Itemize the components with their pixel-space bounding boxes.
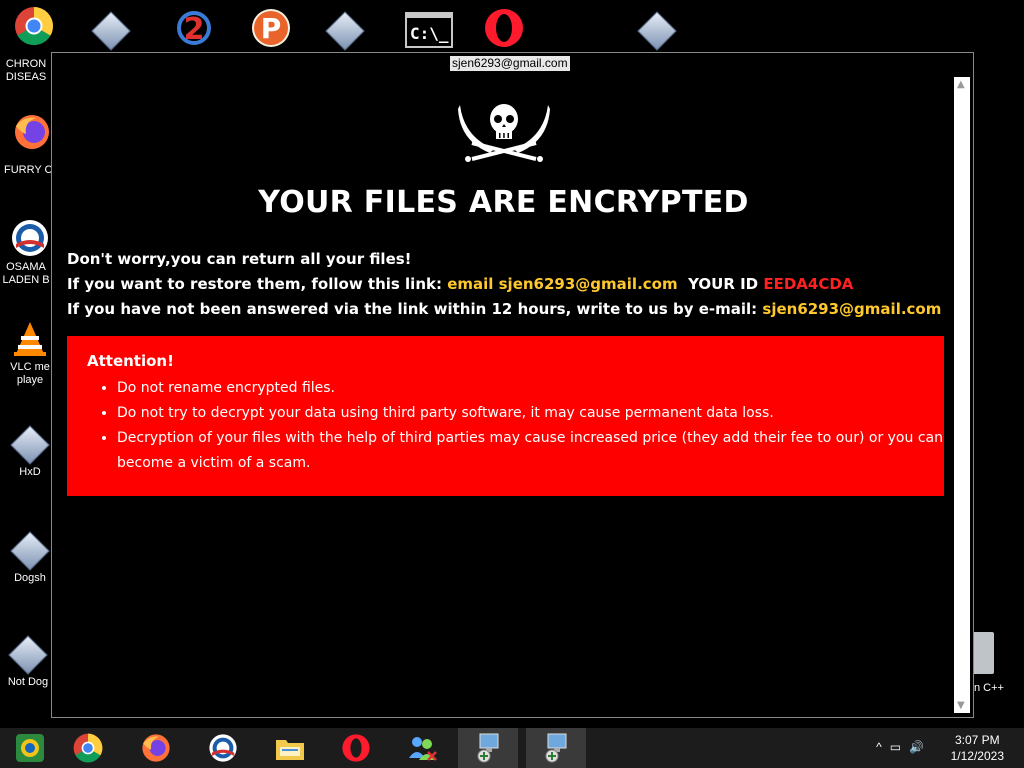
- app-icon: [8, 635, 48, 675]
- ransom-note-window: sjen6293@gmail.com YOUR FILES ARE ENCRYP…: [51, 52, 974, 718]
- clock-time: 3:07 PM: [954, 733, 1000, 747]
- reassurance-text: Don't worry,you can return all your file…: [67, 250, 412, 268]
- victim-id-label: YOUR ID: [688, 275, 764, 293]
- opera-icon: [342, 734, 370, 762]
- clock-date: 1/12/2023: [950, 749, 1004, 763]
- app-icon: [637, 11, 677, 51]
- fallback-instructions: If you have not been answered via the li…: [67, 300, 941, 318]
- desktop-icon-label: FURRY CU: [4, 164, 61, 176]
- clock[interactable]: 3:07 PM 1/12/2023: [951, 732, 1004, 764]
- number2-icon: 2: [177, 11, 211, 47]
- taskbar-obama[interactable]: [193, 728, 253, 768]
- desktop-icon-label: OSAMA: [6, 261, 46, 273]
- list-item: Decryption of your files with the help o…: [117, 426, 957, 476]
- taskbar-chrome[interactable]: [58, 728, 118, 768]
- chrome-desktop-icon[interactable]: [14, 6, 54, 49]
- desktop-icon-notdog[interactable]: Not Dog: [4, 634, 52, 689]
- desktop-icon-label: CHRON: [5, 58, 47, 70]
- start-button[interactable]: [0, 728, 60, 768]
- people-icon: [409, 737, 437, 761]
- app-icon: [91, 11, 131, 51]
- network-app-icon: [545, 733, 567, 763]
- taskbar-explorer[interactable]: [260, 728, 320, 768]
- svg-text:2: 2: [184, 12, 205, 47]
- window-title: sjen6293@gmail.com: [450, 56, 570, 71]
- chrome-icon: [15, 7, 54, 46]
- volume-icon[interactable]: 🔊: [909, 740, 932, 754]
- chrome-icon: [73, 733, 103, 763]
- window-titlebar[interactable]: sjen6293@gmail.com: [52, 53, 973, 77]
- taskbar-firefox[interactable]: [126, 728, 186, 768]
- fallback-text: If you have not been answered via the li…: [67, 300, 763, 318]
- desktop-icon-label: Not Dog: [7, 676, 49, 688]
- desktop-icon-label: HxD: [19, 466, 41, 478]
- cmd-icon: C:\_: [405, 12, 453, 48]
- desktop-icon-label: n C++: [974, 682, 1004, 694]
- restore-instructions: If you want to restore them, follow this…: [67, 275, 853, 293]
- desktop-icon-label: VLC me: [10, 361, 50, 373]
- attention-title: Attention!: [87, 352, 174, 370]
- firefox-icon: [15, 115, 49, 149]
- desktop-icon-osama[interactable]: OSAMA LADEN B: [2, 218, 52, 287]
- taskbar: ^▭🔊 3:07 PM 1/12/2023: [0, 728, 1024, 768]
- desktop-icon-dogsh[interactable]: Dogsh: [8, 530, 52, 585]
- p-desktop-icon[interactable]: P: [251, 8, 291, 51]
- page-title: YOUR FILES ARE ENCRYPTED: [258, 185, 749, 220]
- chevron-up-icon[interactable]: ^: [876, 740, 890, 754]
- desktop-icon-hxd[interactable]: HxD: [8, 424, 52, 479]
- tray-icons: ^▭🔊: [876, 740, 932, 754]
- vlc-icon: [14, 322, 46, 356]
- desktop-icon-vlc[interactable]: VLC me playe: [8, 318, 52, 387]
- scroll-up-icon[interactable]: ▲: [957, 79, 965, 90]
- recycle-bin-icon[interactable]: [972, 632, 994, 674]
- network-icon[interactable]: ▭: [890, 740, 909, 754]
- contact-email-link[interactable]: email sjen6293@gmail.com: [447, 275, 677, 293]
- desktop-icon-furry[interactable]: [8, 112, 52, 155]
- ransom-note-content: YOUR FILES ARE ENCRYPTED Don't worry,you…: [54, 77, 953, 713]
- taskbar-opera[interactable]: [326, 728, 386, 768]
- opera-desktop-icon[interactable]: [484, 8, 524, 51]
- app-desktop-icon[interactable]: [325, 10, 365, 52]
- restore-text: If you want to restore them, follow this…: [67, 275, 448, 293]
- svg-text:C:\_: C:\_: [410, 24, 449, 43]
- explorer-icon: [276, 740, 304, 760]
- attention-box: Attention! Do not rename encrypted files…: [67, 336, 944, 496]
- app-desktop-icon[interactable]: [637, 10, 677, 52]
- taskbar-network-app[interactable]: [526, 728, 586, 768]
- desktop-icon-chron[interactable]: CHRON DISEAS: [0, 58, 52, 84]
- desktop-icon-furry-label: FURRY CU: [0, 164, 61, 177]
- svg-text:P: P: [261, 12, 282, 45]
- jolly-roger-icon: [458, 104, 550, 162]
- system-tray: ^▭🔊 3:07 PM 1/12/2023: [824, 728, 1024, 768]
- desktop-icon-label: playe: [16, 374, 44, 386]
- opera-icon: [485, 9, 523, 47]
- taskbar-people[interactable]: [392, 728, 452, 768]
- cmd-desktop-icon[interactable]: C:\_: [405, 12, 453, 51]
- app-desktop-icon[interactable]: [91, 10, 131, 52]
- victim-id-value: EEDA4CDA: [763, 275, 854, 293]
- desktop-icon-label: DISEAS: [5, 71, 47, 83]
- list-item: Do not rename encrypted files.: [117, 376, 957, 401]
- vertical-scrollbar[interactable]: ▲ ▼: [954, 77, 970, 713]
- network-app-icon: [477, 733, 499, 763]
- firefox-icon: [142, 734, 170, 762]
- app-icon: [10, 425, 50, 465]
- app-icon: [10, 531, 50, 571]
- desktop-icon-label: Dogsh: [14, 572, 46, 584]
- attention-list: Do not rename encrypted files. Do not tr…: [87, 376, 957, 476]
- desktop-icon-label: LADEN B: [2, 274, 50, 286]
- p-icon: P: [252, 9, 290, 47]
- list-item: Do not try to decrypt your data using th…: [117, 401, 957, 426]
- taskbar-network-app[interactable]: [458, 728, 518, 768]
- start-icon: [16, 734, 44, 762]
- obama-icon: [209, 734, 237, 762]
- fallback-email[interactable]: sjen6293@gmail.com: [762, 300, 941, 318]
- app-icon: [325, 11, 365, 51]
- number2-desktop-icon[interactable]: 2: [174, 8, 214, 51]
- scroll-down-icon[interactable]: ▼: [957, 700, 965, 711]
- obama-icon: [12, 220, 48, 256]
